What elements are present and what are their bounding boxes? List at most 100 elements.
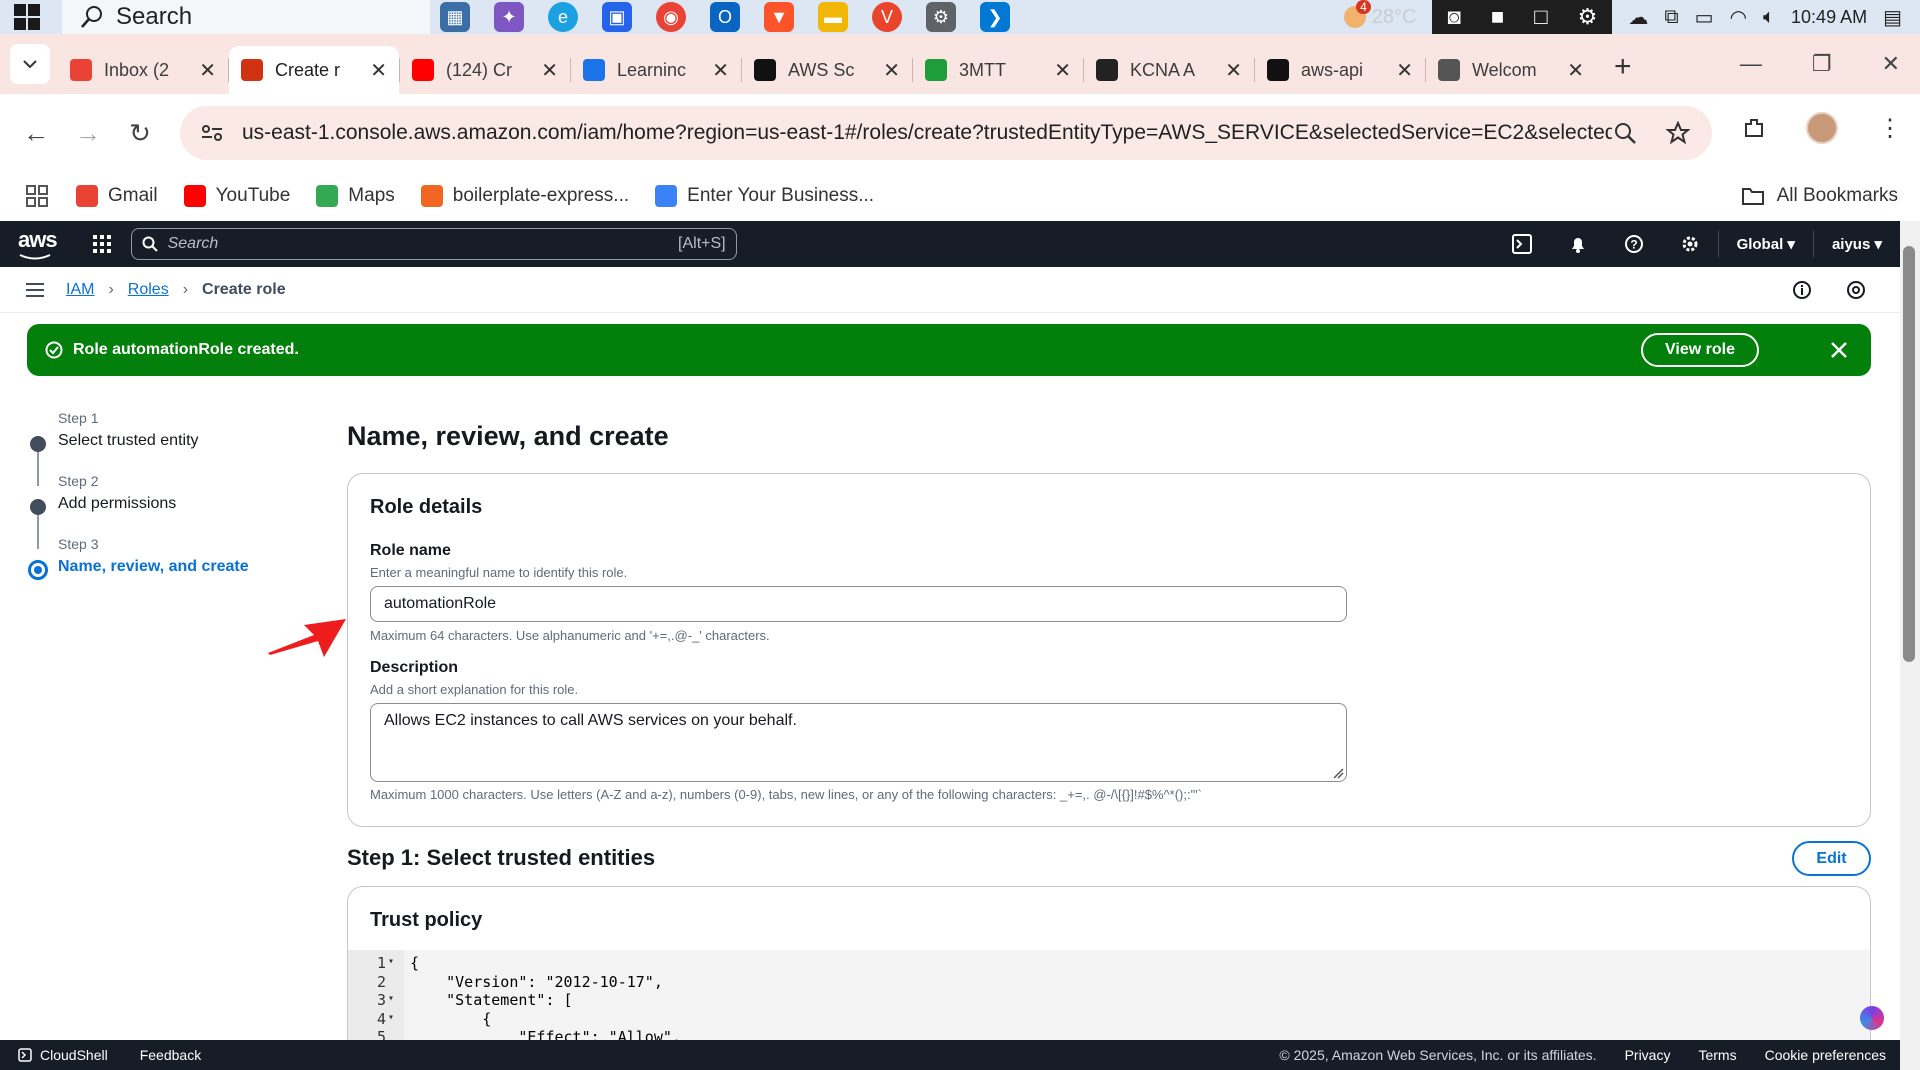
view-role-button[interactable]: View role (1641, 333, 1759, 367)
settings-gear-icon[interactable] (1662, 234, 1718, 254)
amazon-q-icon[interactable] (1860, 1006, 1884, 1030)
forward-icon[interactable]: → (72, 118, 104, 149)
browser-tab[interactable]: aws-api ✕ (1255, 46, 1425, 94)
aws-search-shortcut: [Alt+S] (678, 235, 726, 252)
vivaldi-icon[interactable]: V (872, 2, 902, 32)
cloudshell-icon[interactable] (1494, 234, 1550, 254)
account-menu[interactable]: aiyus ▾ (1814, 235, 1900, 253)
fold-toggle-icon[interactable]: ▾ (388, 991, 402, 1009)
scrollbar-thumb[interactable] (1903, 246, 1915, 662)
bookmark-item[interactable]: boilerplate-express... (420, 185, 629, 207)
wifi-icon[interactable]: ◠ (1730, 5, 1747, 30)
zoom-icon[interactable] (1614, 122, 1636, 144)
outlook-icon[interactable]: O (710, 2, 740, 32)
step-complete-dot (30, 436, 46, 452)
copilot-icon[interactable]: ✦ (494, 2, 524, 32)
breadcrumb-iam[interactable]: IAM (66, 281, 94, 299)
windows-start-icon[interactable] (14, 4, 40, 30)
tab-close-icon[interactable]: ✕ (541, 58, 558, 83)
browser-tab[interactable]: Learninc ✕ (571, 46, 741, 94)
browser-menu-icon[interactable]: ⋮ (1878, 114, 1902, 143)
privacy-link[interactable]: Privacy (1625, 1047, 1671, 1063)
bookmark-item[interactable]: Gmail (76, 185, 158, 207)
task-view-icon[interactable]: ▦ (440, 2, 470, 32)
edge-icon[interactable]: e (548, 2, 578, 32)
battery-icon[interactable]: ▭ (1695, 5, 1714, 30)
taskbar-search[interactable]: Search (62, 0, 430, 34)
resize-handle-icon[interactable] (1332, 767, 1344, 779)
tab-close-icon[interactable]: ✕ (1567, 58, 1584, 83)
aws-search-input[interactable]: Search [Alt+S] (130, 228, 737, 260)
wizard-step-2[interactable]: Step 2 Add permissions (28, 473, 308, 536)
store-icon[interactable]: ▣ (602, 2, 632, 32)
feedback-link[interactable]: Feedback (140, 1047, 201, 1063)
window-close-icon[interactable]: ✕ (1882, 51, 1900, 77)
services-grid-icon[interactable] (92, 235, 111, 253)
weather-widget[interactable]: 4 28°C (1344, 0, 1416, 29)
chrome-icon[interactable]: ◉ (656, 2, 686, 32)
region-selector[interactable]: Global ▾ (1719, 235, 1813, 253)
file-explorer-icon[interactable]: ▬ (818, 2, 848, 32)
settings-icon[interactable]: ⚙ (926, 2, 956, 32)
tab-close-icon[interactable]: ✕ (199, 58, 216, 83)
tab-close-icon[interactable]: ✕ (712, 58, 729, 83)
volume-icon[interactable]: 🔈︎ (1763, 6, 1775, 29)
bookmark-item[interactable]: YouTube (183, 185, 290, 207)
camera-icon[interactable]: ◙ (1447, 4, 1460, 30)
site-settings-icon[interactable] (200, 123, 224, 143)
restore-icon[interactable]: ❐ (1812, 51, 1832, 77)
fold-toggle-icon[interactable]: ▾ (388, 954, 402, 972)
browser-tab[interactable]: AWS Sc ✕ (742, 46, 912, 94)
gear-icon[interactable]: ⚙ (1578, 4, 1598, 30)
onedrive-icon[interactable]: ☁ (1628, 5, 1648, 30)
info-icon[interactable] (1792, 280, 1812, 300)
hamburger-menu-icon[interactable] (26, 282, 44, 297)
terms-link[interactable]: Terms (1698, 1047, 1736, 1063)
cookie-preferences-link[interactable]: Cookie preferences (1765, 1047, 1886, 1063)
address-bar[interactable]: us-east-1.console.aws.amazon.com/iam/hom… (180, 106, 1712, 160)
bookmark-favicon-icon (316, 185, 339, 207)
clock[interactable]: 10:49 AM (1791, 7, 1867, 28)
vscode-icon[interactable]: ❯ (980, 2, 1010, 32)
browser-tab[interactable]: Inbox (2 ✕ (58, 46, 228, 94)
browser-tab[interactable]: (124) Cr ✕ (400, 46, 570, 94)
tab-close-icon[interactable]: ✕ (883, 58, 900, 83)
edit-step1-button[interactable]: Edit (1792, 841, 1871, 876)
bookmark-star-icon[interactable] (1666, 121, 1690, 145)
video-icon[interactable]: ■ (1491, 4, 1504, 30)
apps-grid-icon[interactable] (26, 185, 48, 207)
browser-tab[interactable]: Welcom ✕ (1426, 46, 1596, 94)
cloudshell-link[interactable]: CloudShell (18, 1047, 108, 1063)
tab-search-button[interactable] (10, 44, 50, 84)
tab-close-icon[interactable]: ✕ (1225, 58, 1242, 83)
breadcrumb-roles[interactable]: Roles (128, 281, 169, 299)
profile-avatar[interactable] (1806, 112, 1838, 144)
window-icon[interactable]: □ (1534, 4, 1547, 30)
extensions-icon[interactable] (1742, 116, 1766, 140)
notifications-bell-icon[interactable] (1550, 234, 1606, 254)
new-tab-button[interactable]: + (1614, 50, 1632, 84)
fold-toggle-icon[interactable]: ▾ (388, 1010, 402, 1028)
bookmark-item[interactable]: Enter Your Business... (655, 185, 874, 207)
cast-icon[interactable]: ⧉ (1664, 6, 1678, 29)
browser-tab[interactable]: Create r ✕ (229, 46, 399, 94)
close-icon[interactable] (1827, 338, 1851, 362)
back-icon[interactable]: ← (20, 118, 52, 149)
browser-tab[interactable]: 3MTT ✕ (913, 46, 1083, 94)
brave-icon[interactable]: ▼ (764, 2, 794, 32)
aws-logo[interactable]: aws (18, 227, 58, 261)
browser-tab[interactable]: KCNA A ✕ (1084, 46, 1254, 94)
role-name-input[interactable]: automationRole (370, 586, 1347, 622)
support-icon[interactable] (1846, 280, 1866, 300)
tab-close-icon[interactable]: ✕ (370, 58, 387, 83)
help-icon[interactable]: ? (1606, 234, 1662, 254)
description-textarea[interactable]: Allows EC2 instances to call AWS service… (370, 703, 1347, 782)
minimize-icon[interactable]: — (1740, 51, 1762, 77)
notifications-icon[interactable]: ▤ (1883, 5, 1902, 30)
all-bookmarks-button[interactable]: All Bookmarks (1741, 185, 1898, 207)
tab-close-icon[interactable]: ✕ (1054, 58, 1071, 83)
tab-close-icon[interactable]: ✕ (1396, 58, 1413, 83)
reload-icon[interactable]: ↻ (124, 118, 156, 149)
bookmark-item[interactable]: Maps (316, 185, 395, 207)
wizard-step-1[interactable]: Step 1 Select trusted entity (28, 410, 308, 473)
